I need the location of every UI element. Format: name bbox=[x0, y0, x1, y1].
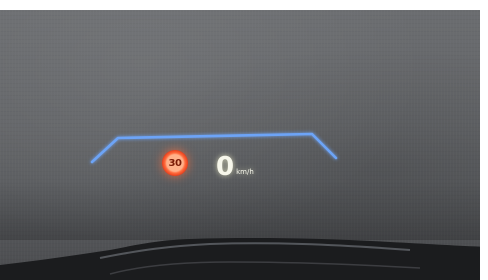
speed-unit: km/h bbox=[236, 168, 254, 176]
road-scene: 30 0 km/h bbox=[0, 10, 480, 280]
speed-limit-sign: 30 bbox=[162, 150, 188, 176]
speed-limit-value: 30 bbox=[168, 157, 182, 169]
lane-guidance-line bbox=[90, 132, 338, 164]
speed-number: 0 bbox=[216, 152, 235, 182]
dashboard-edge bbox=[0, 238, 480, 280]
current-speed: 0 km/h bbox=[216, 146, 254, 180]
